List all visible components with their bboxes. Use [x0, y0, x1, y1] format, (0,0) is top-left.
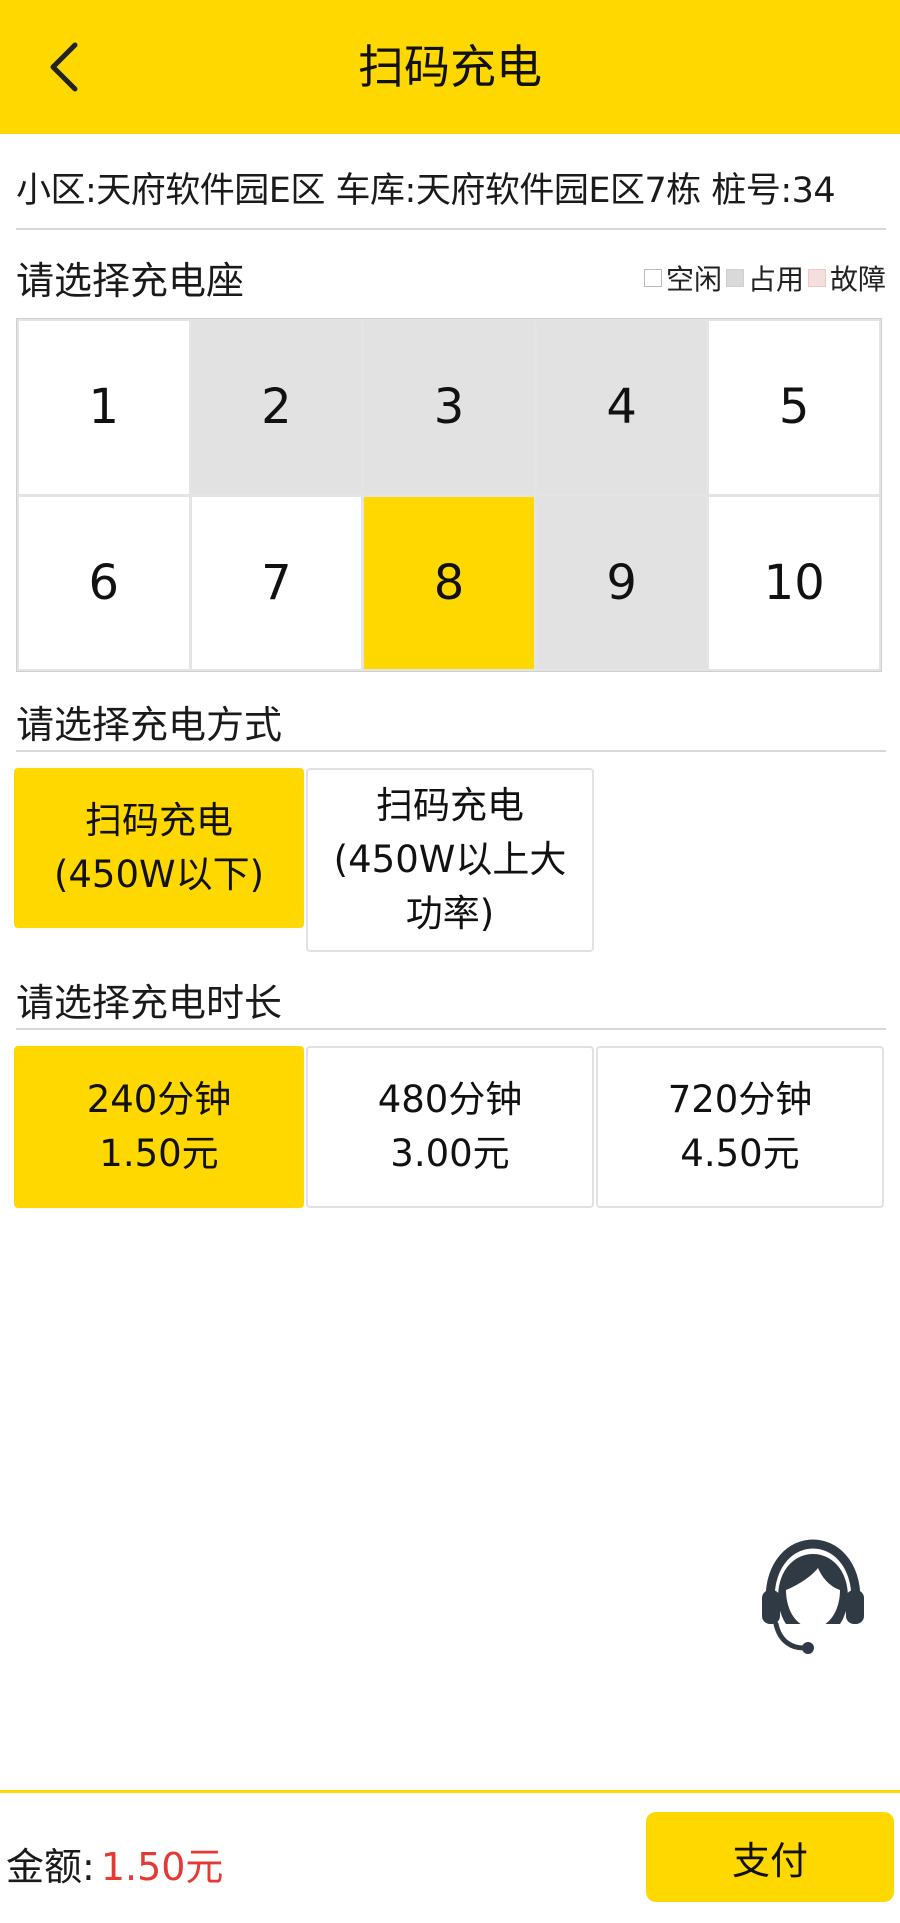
mode-option-line: (450W以下) [53, 853, 265, 896]
socket-8[interactable]: 8 [364, 496, 534, 669]
duration-option-240[interactable]: 240分钟 1.50元 [14, 1046, 304, 1208]
socket-7[interactable]: 7 [191, 496, 362, 669]
legend-free: 空闲 [643, 258, 722, 298]
legend-occupied: 占用 [725, 258, 804, 298]
mode-option-line: 功率) [405, 892, 495, 935]
duration-price: 1.50元 [99, 1132, 219, 1175]
duration-section-title: 请选择充电时长 [16, 981, 283, 1025]
customer-service-icon [762, 1539, 864, 1654]
legend-label-free: 空闲 [665, 263, 722, 296]
socket-6[interactable]: 6 [19, 496, 189, 669]
socket-2[interactable]: 2 [191, 321, 362, 494]
duration-price: 4.50元 [680, 1132, 800, 1175]
mode-option-high-power[interactable]: 扫码充电 (450W以上大 功率) [306, 768, 594, 952]
duration-minutes: 720分钟 [667, 1078, 813, 1121]
mode-option-line: (450W以上大 [333, 838, 567, 881]
amount-display: 金额: 1.50元 [6, 1836, 223, 1891]
customer-service-button[interactable] [756, 1538, 870, 1656]
header-bar: 扫码充电 [0, 0, 900, 134]
legend-swatch-fault [807, 269, 826, 287]
amount-label: 金额: [6, 1845, 95, 1889]
mode-option-low-power[interactable]: 扫码充电 (450W以下) [14, 768, 304, 928]
legend-swatch-occupied [725, 269, 744, 287]
socket-grid: 1 2 3 4 5 6 7 8 9 10 [16, 318, 882, 672]
legend-label-occupied: 占用 [747, 263, 804, 296]
divider [16, 1028, 886, 1030]
page-title: 扫码充电 [358, 40, 542, 94]
mode-option-line: 扫码充电 [84, 799, 233, 842]
divider [16, 750, 886, 752]
divider [16, 228, 886, 230]
legend-fault: 故障 [807, 258, 886, 298]
amount-value: 1.50元 [100, 1845, 224, 1889]
legend-label-fault: 故障 [829, 263, 886, 296]
socket-section-title: 请选择充电座 [16, 259, 245, 303]
duration-option-480[interactable]: 480分钟 3.00元 [306, 1046, 594, 1208]
socket-10[interactable]: 10 [709, 496, 879, 669]
socket-5[interactable]: 5 [709, 321, 879, 494]
mode-option-line: 扫码充电 [376, 784, 524, 827]
duration-minutes: 240分钟 [86, 1078, 232, 1121]
socket-9[interactable]: 9 [536, 496, 707, 669]
socket-4[interactable]: 4 [536, 321, 707, 494]
socket-3[interactable]: 3 [364, 321, 534, 494]
duration-minutes: 480分钟 [377, 1078, 523, 1121]
socket-1[interactable]: 1 [19, 321, 189, 494]
mode-section-title: 请选择充电方式 [16, 703, 283, 747]
pay-button[interactable]: 支付 [646, 1812, 894, 1902]
legend-swatch-free [643, 269, 662, 287]
duration-price: 3.00元 [390, 1132, 510, 1175]
location-info: 小区:天府软件园E区 车库:天府软件园E区7栋 桩号:34 [16, 171, 836, 211]
duration-option-720[interactable]: 720分钟 4.50元 [596, 1046, 884, 1208]
status-legend: 空闲 占用 故障 [640, 258, 886, 298]
